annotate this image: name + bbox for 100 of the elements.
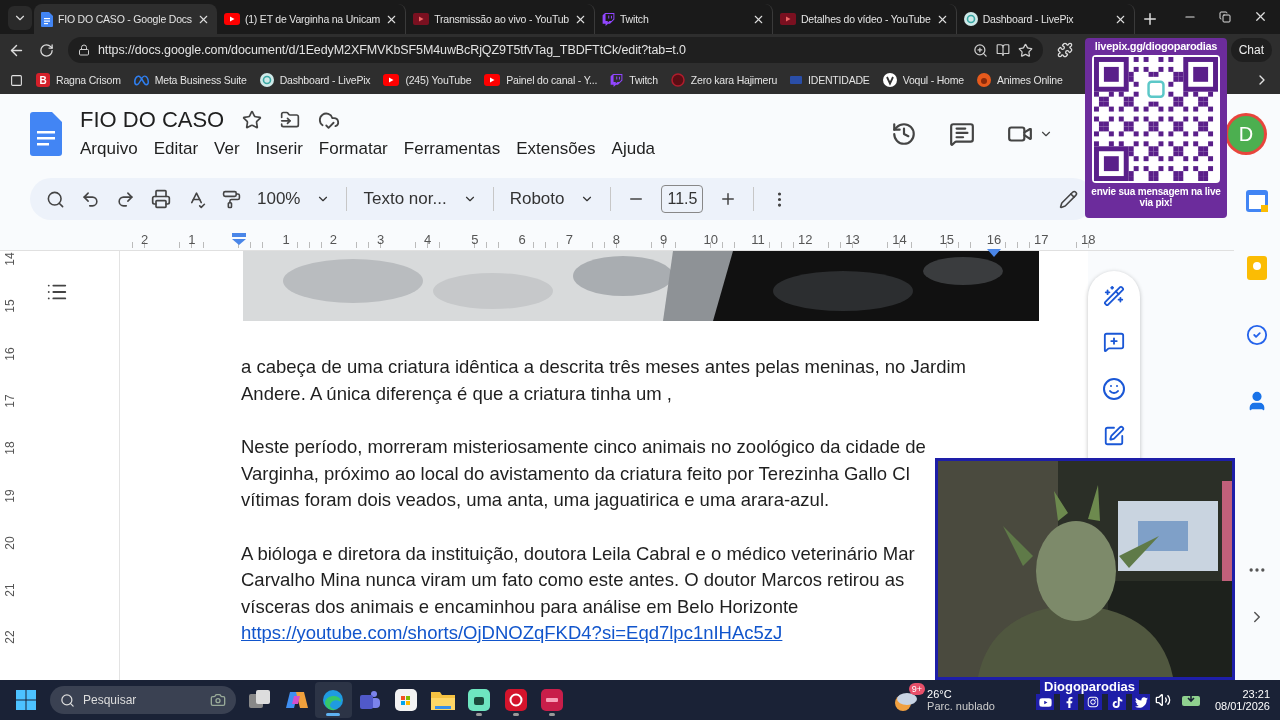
menu-item[interactable]: Ajuda [611, 137, 664, 161]
bookmark[interactable]: Painel do canal - Y... [484, 74, 598, 86]
ruler-number: 2 [329, 231, 337, 247]
calendar-icon[interactable] [1246, 190, 1268, 212]
taskbar-app[interactable] [315, 682, 352, 718]
document-title[interactable]: FIO DO CASO [80, 107, 225, 133]
indent-marker[interactable] [231, 233, 246, 245]
edge-icon [322, 689, 345, 711]
style-dropdown[interactable]: Texto nor... [363, 189, 477, 209]
history-icon[interactable] [891, 121, 917, 147]
text-line: Neste período, morreram misteriosamente cinco animais no zoológico da cidade de [241, 435, 927, 459]
extensions-icon[interactable] [1057, 42, 1073, 58]
ruler-number: 15 [3, 299, 17, 313]
bookmark[interactable]: Dashboard - LivePix [259, 73, 371, 87]
twitch-icon [610, 73, 624, 87]
ruler-number: 19 [3, 488, 17, 503]
search-icon[interactable] [46, 189, 65, 209]
ruler-number: 18 [1081, 231, 1096, 247]
youtube-icon [383, 74, 400, 86]
link[interactable]: https://youtube.com/shorts/OjDNOZqFKD4?si=Eqd7lpc1nIHAc5zJ [241, 620, 783, 647]
alert-badge: 9+ [908, 683, 926, 695]
bookmark[interactable]: (245) YouTube [383, 74, 472, 86]
menu-item[interactable]: Formatar [318, 137, 396, 161]
camera-icon[interactable] [210, 692, 226, 708]
close-icon[interactable] [1253, 9, 1268, 24]
tiktok-icon [1111, 696, 1123, 708]
font-dropdown[interactable]: Roboto [509, 189, 595, 209]
ruler-number: 8 [612, 231, 621, 247]
restore-icon[interactable] [1219, 10, 1231, 23]
menu-item[interactable]: Ver [214, 137, 248, 161]
zoom-dropdown[interactable]: 100% [257, 189, 331, 209]
browser-tab[interactable]: FIO DO CASO - Google Docs [34, 4, 217, 34]
star-icon[interactable] [242, 110, 263, 130]
tab-icon[interactable] [10, 73, 23, 87]
volume-icon[interactable] [1154, 692, 1171, 708]
move-folder-icon[interactable] [280, 110, 301, 130]
emoji-icon[interactable] [1102, 377, 1126, 401]
bookmark-icon: B [36, 73, 50, 87]
bookmark[interactable]: Twitch [610, 73, 658, 87]
ruler-number: 18 [3, 441, 17, 455]
ruler-number: 9 [660, 231, 668, 247]
add-comment-icon[interactable] [1103, 331, 1125, 353]
bookmark[interactable]: IDENTIDADE [790, 74, 870, 86]
edit-mode-icon[interactable] [1059, 189, 1078, 209]
bookmark[interactable]: Voqul - Home [882, 73, 964, 87]
flag-icon [790, 76, 803, 84]
suggest-edit-icon[interactable] [1103, 425, 1125, 447]
text-line: Carvalho Mina nunca viram um fato como este antes. O doutor Marcos retirou as [241, 568, 906, 592]
youtube-icon [1038, 695, 1052, 709]
ring-icon [670, 73, 685, 87]
ruler-number: 17 [1033, 231, 1049, 247]
redo-icon[interactable] [116, 189, 135, 209]
ruler-number: 11 [751, 231, 765, 247]
menu-item[interactable]: Arquivo [80, 137, 146, 161]
menu-item[interactable]: Inserir [255, 137, 311, 161]
font-size-field[interactable]: 11.5 [661, 185, 704, 213]
bookmark[interactable]: Meta Business Suite [133, 72, 247, 88]
undo-icon[interactable] [81, 189, 100, 209]
comments-icon[interactable] [949, 121, 975, 147]
bookmark[interactable]: B Ragna Crisom [36, 73, 121, 87]
bird-icon [1134, 695, 1148, 709]
app-icon [541, 689, 564, 711]
ruler-number: 14 [3, 252, 17, 266]
copilot-icon [285, 690, 308, 710]
text-line: a cabeça de uma criatura idêntica a descrita três meses antes pelas meninas, no Jardim [241, 355, 967, 379]
ruler-number: 5 [471, 231, 479, 247]
chat-button[interactable]: Chat [1230, 38, 1272, 62]
tab-list-button[interactable] [8, 6, 32, 30]
docs-icon [41, 11, 53, 27]
ruler-number: 12 [798, 231, 813, 247]
menu-item[interactable]: Ferramentas [403, 137, 509, 161]
print-icon[interactable] [151, 189, 171, 209]
livepix-icon [259, 73, 274, 87]
ruler-number: 17 [3, 394, 17, 408]
ruler-number: 3 [376, 231, 385, 247]
magic-pen-icon[interactable] [1103, 285, 1125, 307]
clock[interactable]: 23:21 08/01/2026 [1214, 688, 1270, 712]
ruler-number: 14 [892, 231, 907, 247]
lock-icon[interactable] [78, 44, 90, 56]
text-line: vítimas foram dois veados, uma anta, uma jaguatirica e uma arara-azul. [241, 488, 831, 512]
weather-condition: Parc. nublado [927, 700, 995, 712]
ruler-number: 16 [986, 231, 1002, 247]
address-bar[interactable]: https://docs.google.com/document/d/1EedyM2XFMVKbSF5M4uwBcRjQZ9T5tfvTag_TBDFTtCk/edit?tab=t.0 [68, 37, 1043, 63]
menu-item[interactable]: Editar [153, 137, 207, 161]
ruler-number: 22 [3, 630, 17, 645]
search-field[interactable]: Pesquisar [50, 686, 236, 714]
tasks-icon[interactable] [1246, 324, 1268, 346]
start-icon[interactable] [16, 690, 36, 710]
bookmark[interactable]: Zero kara Hajimeru [670, 73, 778, 87]
bookmark[interactable]: Animes Online [976, 73, 1063, 87]
reload-icon[interactable] [39, 42, 54, 58]
zoom-icon[interactable] [973, 42, 988, 58]
store-icon [395, 689, 418, 711]
ruler-number: 6 [518, 231, 526, 247]
twitch-icon [602, 12, 615, 26]
paint-format-icon[interactable] [222, 189, 241, 209]
menu-item[interactable]: Extensões [516, 137, 604, 161]
text-line: vísceras dos animais e encaminhou para análise em Belo Horizonte [241, 594, 800, 619]
folder-icon [430, 690, 455, 710]
ruler-number: 15 [939, 231, 954, 247]
